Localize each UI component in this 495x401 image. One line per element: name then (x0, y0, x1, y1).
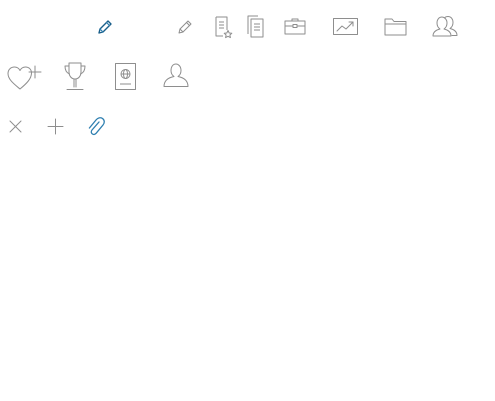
users-icon[interactable] (431, 15, 461, 39)
close-icon[interactable] (8, 119, 24, 135)
pencil-icon[interactable] (176, 18, 194, 36)
documents-icon[interactable] (246, 14, 266, 40)
chart-trend-icon[interactable] (332, 17, 360, 37)
folder-open-icon[interactable] (383, 16, 409, 38)
trophy-icon[interactable] (61, 61, 89, 93)
plus-icon[interactable] (47, 118, 65, 136)
briefcase-icon[interactable] (283, 16, 307, 38)
user-icon[interactable] (161, 62, 191, 90)
paperclip-icon[interactable] (86, 116, 106, 138)
passport-icon[interactable] (114, 62, 138, 92)
document-star-icon[interactable] (214, 15, 234, 39)
heart-plus-icon[interactable] (6, 62, 44, 92)
pencil-icon-active[interactable] (96, 18, 114, 36)
